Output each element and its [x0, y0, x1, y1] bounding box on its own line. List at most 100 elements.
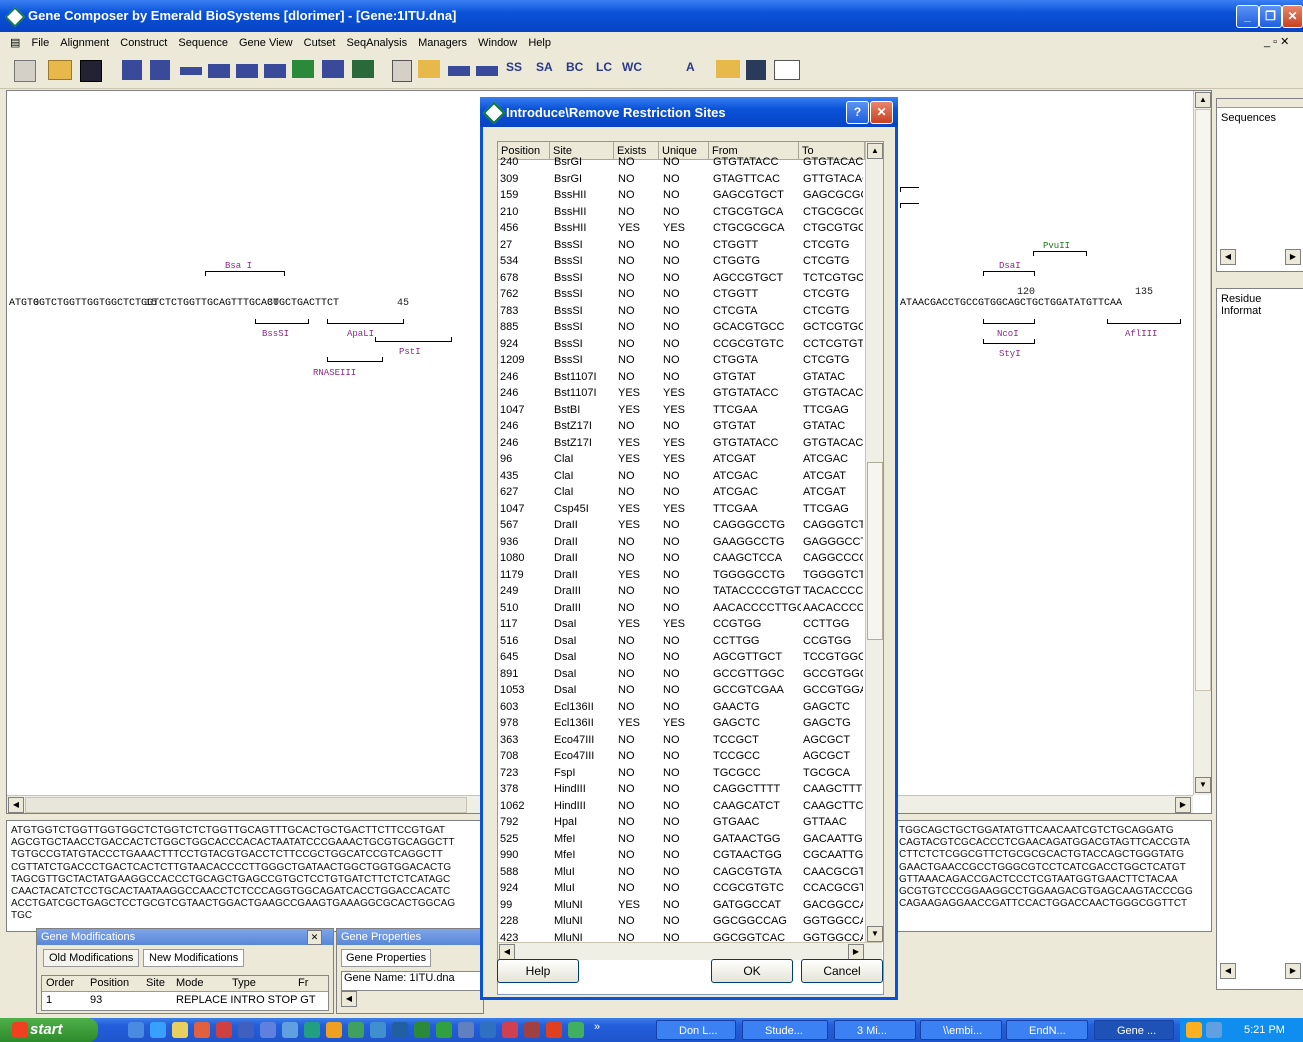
- scroll-down-icon[interactable]: ▼: [1195, 777, 1211, 793]
- grid-icon[interactable]: [746, 60, 766, 80]
- scroll-thumb[interactable]: [1195, 109, 1211, 691]
- menu-help[interactable]: Help: [524, 33, 555, 49]
- atg-icon[interactable]: [122, 60, 142, 80]
- site-row[interactable]: 1047 BstBI YES YES TTCGAA TTCGAG: [498, 402, 864, 419]
- save-icon[interactable]: [80, 60, 102, 82]
- open-folder-icon[interactable]: [48, 60, 72, 80]
- site-row[interactable]: 435 ClaI NO NO ATCGAC ATCGAT: [498, 468, 864, 485]
- site-row[interactable]: 246 BstZ17I YES YES GTGTATACC GTGTACACC: [498, 435, 864, 452]
- ok-button[interactable]: OK: [711, 959, 793, 983]
- site-row[interactable]: 534 BssSI NO NO CTGGTG CTCGTG: [498, 253, 864, 270]
- menu-window[interactable]: Window: [474, 33, 521, 49]
- segment-icon[interactable]: [180, 67, 202, 75]
- quicklaunch-1-icon[interactable]: [128, 1022, 144, 1038]
- quicklaunch-20-icon[interactable]: [546, 1022, 562, 1038]
- quicklaunch-19-icon[interactable]: [524, 1022, 540, 1038]
- panel-left-arrow[interactable]: ◀: [1220, 249, 1236, 265]
- quicklaunch-17-icon[interactable]: [480, 1022, 496, 1038]
- tool-a-icon[interactable]: [448, 66, 470, 76]
- list-hscroll[interactable]: ◀ ▶: [498, 942, 882, 960]
- site-rnaseiii[interactable]: RNASEIII: [313, 368, 356, 378]
- site-styi[interactable]: StyI: [999, 349, 1021, 359]
- menu-managers[interactable]: Managers: [414, 33, 471, 49]
- report-icon[interactable]: [392, 60, 412, 82]
- quicklaunch-21-icon[interactable]: [568, 1022, 584, 1038]
- list-scroll-left-icon[interactable]: ◀: [499, 944, 515, 960]
- site-row[interactable]: 246 Bst1107I YES YES GTGTATACC GTGTACACC: [498, 385, 864, 402]
- tree-icon[interactable]: [292, 60, 314, 78]
- menu-construct[interactable]: Construct: [116, 33, 171, 49]
- cancel-button[interactable]: Cancel: [801, 959, 883, 983]
- gene-props-left-arrow[interactable]: ◀: [341, 991, 357, 1007]
- segment2-icon[interactable]: [208, 64, 230, 78]
- quicklaunch-15-icon[interactable]: [436, 1022, 452, 1038]
- site-row[interactable]: 1080 DraII NO NO CAAGCTCCA CAGGCCCCC: [498, 550, 864, 567]
- residue-right-arrow[interactable]: ▶: [1285, 963, 1301, 979]
- site-row[interactable]: 1062 HindIII NO NO CAAGCATCT CAAGCTTCC: [498, 798, 864, 815]
- site-row[interactable]: 159 BssHII NO NO GAGCGTGCT GAGCGCGC: [498, 187, 864, 204]
- tab-old-modifications[interactable]: Old Modifications: [43, 949, 140, 967]
- site-row[interactable]: 309 BsrGI NO NO GTAGTTCAC GTTGTACAC: [498, 171, 864, 188]
- sa-button[interactable]: SA: [536, 60, 553, 82]
- dialog-close-button[interactable]: ✕: [870, 101, 893, 124]
- site-row[interactable]: 240 BsrGI NO NO GTGTATACC GTGTACACC: [498, 154, 864, 171]
- site-row[interactable]: 1053 DsaI NO NO GCCGTCGAA GCCGTGGA: [498, 682, 864, 699]
- task-mail[interactable]: 3 Mi...: [834, 1020, 916, 1040]
- site-row[interactable]: 588 MluI NO NO CAGCGTGTA CAACGCGT: [498, 864, 864, 881]
- task-embi[interactable]: \\embi...: [920, 1020, 1002, 1040]
- site-row[interactable]: 246 BstZ17I NO NO GTGTAT GTATAC: [498, 418, 864, 435]
- site-row[interactable]: 1047 Csp45I YES YES TTCGAA TTCGAG: [498, 501, 864, 518]
- wc-button[interactable]: WC: [622, 60, 642, 82]
- site-dsai[interactable]: DsaI: [999, 261, 1021, 271]
- segment3-icon[interactable]: [236, 64, 258, 78]
- tray-1-icon[interactable]: [1186, 1022, 1202, 1038]
- site-row[interactable]: 762 BssSI NO NO CTGGTT CTCGTG: [498, 286, 864, 303]
- site-row[interactable]: 885 BssSI NO NO GCACGTGCC GCTCGTGC: [498, 319, 864, 336]
- site-pvuii[interactable]: PvuII: [1043, 241, 1070, 251]
- site-ncoi[interactable]: NcoI: [997, 329, 1019, 339]
- site-row[interactable]: 516 DsaI NO NO CCTTGG CCGTGG: [498, 633, 864, 650]
- residue-left-arrow[interactable]: ◀: [1220, 963, 1236, 979]
- site-row[interactable]: 246 Bst1107I NO NO GTGTAT GTATAC: [498, 369, 864, 386]
- open3-icon[interactable]: [716, 60, 740, 78]
- site-row[interactable]: 708 Eco47III NO NO TCCGCC AGCGCT: [498, 748, 864, 765]
- mdi-controls[interactable]: _ ▫ ✕: [1264, 35, 1289, 48]
- quicklaunch-2-icon[interactable]: [150, 1022, 166, 1038]
- hscroll-thumb[interactable]: [25, 797, 467, 813]
- cluster-icon[interactable]: [352, 60, 374, 78]
- site-apali[interactable]: ApaLI: [347, 329, 374, 339]
- site-bsai[interactable]: Bsa I: [225, 261, 252, 271]
- site-row[interactable]: 723 FspI NO NO TGCGCC TGCGCA: [498, 765, 864, 782]
- gene-mods-close-icon[interactable]: ✕: [307, 930, 322, 945]
- quicklaunch-13-icon[interactable]: [392, 1022, 408, 1038]
- menu-sequence[interactable]: Sequence: [174, 33, 232, 49]
- site-row[interactable]: 210 BssHII NO NO CTGCGTGCA CTGCGCGC: [498, 204, 864, 221]
- tool-b-icon[interactable]: [476, 66, 498, 76]
- site-row[interactable]: 567 DraII YES NO CAGGGCCTG CAGGGTCTC: [498, 517, 864, 534]
- close-button[interactable]: ✕: [1282, 5, 1303, 28]
- scroll-right-icon[interactable]: ▶: [1175, 797, 1191, 813]
- site-row[interactable]: 378 HindIII NO NO CAGGCTTTT CAAGCTTTC: [498, 781, 864, 798]
- site-row[interactable]: 456 BssHII YES YES CTGCGCGCA CTGCGTGC: [498, 220, 864, 237]
- quicklaunch-4-icon[interactable]: [194, 1022, 210, 1038]
- scroll-up-icon[interactable]: ▲: [1195, 92, 1211, 108]
- quicklaunch-10-icon[interactable]: [326, 1022, 342, 1038]
- site-row[interactable]: 1209 BssSI NO NO CTGGTA CTCGTG: [498, 352, 864, 369]
- list-icon[interactable]: [774, 60, 800, 80]
- quicklaunch-16-icon[interactable]: [458, 1022, 474, 1038]
- menu-file[interactable]: File: [27, 33, 53, 49]
- tab-new-modifications[interactable]: New Modifications: [143, 949, 245, 967]
- a-button[interactable]: A: [686, 60, 695, 82]
- quicklaunch-9-icon[interactable]: [304, 1022, 320, 1038]
- task-don[interactable]: Don L...: [656, 1020, 736, 1040]
- site-row[interactable]: 228 MluNI NO NO GGCGGCCAG GGTGGCCAC: [498, 913, 864, 930]
- site-row[interactable]: 525 MfeI NO NO GATAACTGG GACAATTGC: [498, 831, 864, 848]
- site-row[interactable]: 603 Ecl136II NO NO GAACTG GAGCTC: [498, 699, 864, 716]
- quicklaunch-8-icon[interactable]: [282, 1022, 298, 1038]
- list-vscroll[interactable]: ▲ ▼: [865, 142, 883, 942]
- scroll-left-icon[interactable]: ◀: [8, 797, 24, 813]
- list-scroll-right-icon[interactable]: ▶: [848, 944, 864, 960]
- task-endnote[interactable]: EndN...: [1006, 1020, 1088, 1040]
- site-row[interactable]: 1179 DraII YES NO TGGGGCCTG TGGGGTCTC: [498, 567, 864, 584]
- dialog-help-icon[interactable]: ?: [846, 101, 869, 124]
